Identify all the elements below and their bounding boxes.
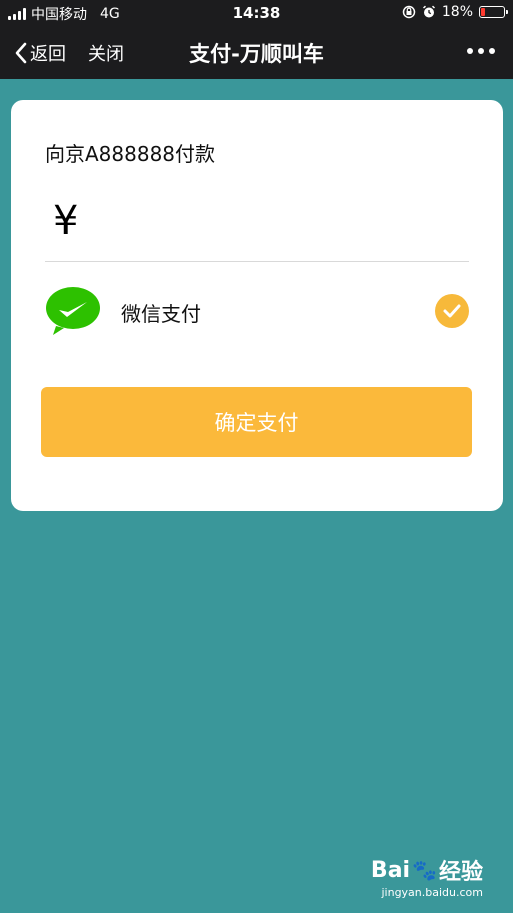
status-right: 18%: [402, 4, 508, 20]
payment-card: 向京A888888付款 ¥ 微信支付 确定支付: [11, 100, 503, 511]
check-icon: [435, 294, 469, 328]
confirm-pay-button[interactable]: 确定支付: [41, 387, 472, 457]
more-dots-icon[interactable]: [467, 48, 495, 54]
page-title: 支付-万顺叫车: [189, 42, 324, 66]
baidu-watermark: Bai 🐾 经验 jingyan.baidu.com: [370, 854, 483, 900]
alarm-icon: [422, 5, 435, 18]
battery-level: [481, 8, 485, 16]
status-bar: 中国移动 4G 14:38 18%: [0, 0, 513, 26]
battery-icon: [479, 6, 508, 18]
battery-percent: 18%: [441, 4, 473, 20]
wechat-pay-icon: [46, 287, 100, 335]
payment-method-wechat[interactable]: 微信支付: [45, 286, 469, 336]
amount-input[interactable]: [101, 198, 461, 254]
watermark-site: jingyan.baidu.com: [381, 886, 483, 899]
orientation-lock-icon: [402, 5, 416, 19]
payee-label: 向京A888888付款: [45, 142, 216, 166]
watermark-brand: Bai: [370, 857, 411, 883]
payment-method-label: 微信支付: [121, 302, 201, 326]
currency-symbol: ¥: [53, 198, 79, 244]
paw-icon: 🐾: [412, 858, 437, 882]
nav-bar: 返回 关闭 支付-万顺叫车: [0, 26, 513, 79]
watermark-brand-cn: 经验: [438, 860, 483, 885]
amount-divider: [45, 261, 469, 262]
